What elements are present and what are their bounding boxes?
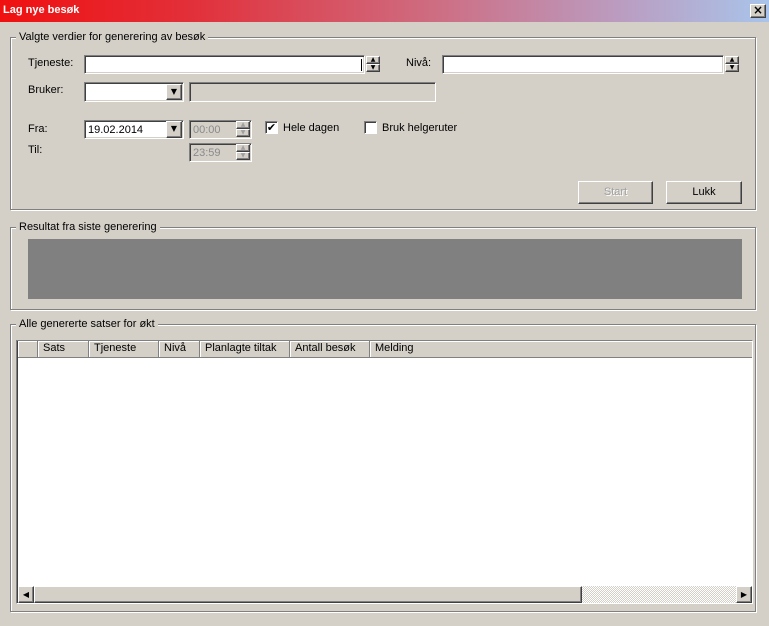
scroll-left-button[interactable]: ◀ [18,586,34,603]
tjeneste-spin-up[interactable]: ▲ [366,56,380,64]
scroll-thumb[interactable] [34,586,582,603]
fra-label: Fra: [28,123,48,135]
chevron-down-icon: ▼ [170,87,178,96]
group-result-legend: Resultat fra siste generering [16,221,160,233]
window-title: Lag nye besøk [3,4,80,16]
fra-date-value: 19.02.2014 [88,124,144,136]
spin-up-icon: ▲ [370,56,376,63]
fra-time-value: 00:00 [193,124,221,136]
niva-input[interactable] [442,55,724,74]
column-header-antall-besok[interactable]: Antall besøk [290,341,370,358]
group-sets-legend: Alle genererte satser for økt [16,318,158,330]
column-header-niva[interactable]: Nivå [159,341,200,358]
spin-down-icon: ▼ [240,152,246,159]
bruker-name-field [189,82,436,102]
spin-up-icon: ▲ [240,121,246,128]
column-header-sats[interactable]: Sats [38,341,89,358]
fra-time-spin-down: ▼ [236,129,250,137]
bruk-helgeruter-label[interactable]: Bruk helgeruter [382,122,457,134]
tjeneste-label: Tjeneste: [28,57,74,69]
spin-down-icon: ▼ [240,129,246,136]
row-indicator-header [18,341,38,358]
close-button[interactable]: × [750,4,766,18]
spin-down-icon: ▼ [370,64,376,71]
group-selected-values-legend: Valgte verdier for generering av besøk [16,31,209,43]
spin-down-icon: ▼ [729,64,735,71]
arrow-left-icon: ◀ [22,590,30,599]
scroll-right-button[interactable]: ▶ [736,586,752,603]
fra-date-dropdown-button[interactable]: ▼ [166,121,182,138]
title-bar [0,0,769,22]
til-label: Til: [28,144,43,156]
chevron-down-icon: ▼ [170,124,178,133]
column-header-tjeneste[interactable]: Tjeneste [89,341,159,358]
sets-grid[interactable]: Sats Tjeneste Nivå Planlagte tiltak Anta… [16,340,753,604]
bruker-dropdown-button[interactable]: ▼ [166,84,182,100]
bruk-helgeruter-checkbox[interactable] [364,121,377,134]
fra-time-spin-up: ▲ [236,121,250,129]
niva-spin-down[interactable]: ▼ [725,64,739,72]
bruker-label: Bruker: [28,84,64,96]
arrow-right-icon: ▶ [740,590,748,599]
tjeneste-spin-down[interactable]: ▼ [366,64,380,72]
column-header-planlagte-tiltak[interactable]: Planlagte tiltak [200,341,290,358]
column-header-melding[interactable]: Melding [370,341,752,358]
text-cursor [361,59,362,71]
hele-dagen-label[interactable]: Hele dagen [283,122,339,134]
til-time-value: 23:59 [193,147,221,159]
lukk-button[interactable]: Lukk [666,181,742,204]
tjeneste-input[interactable] [84,55,365,74]
spin-up-icon: ▲ [729,56,735,63]
close-icon: × [752,3,764,17]
result-panel [28,239,742,299]
spin-up-icon: ▲ [240,144,246,151]
horizontal-scrollbar[interactable]: ◀ ▶ [18,586,752,603]
til-time-spin-down: ▼ [236,152,250,160]
niva-spin-up[interactable]: ▲ [725,56,739,64]
niva-label: Nivå: [406,57,432,69]
check-icon: ✔ [266,121,277,134]
start-button[interactable]: Start [578,181,653,204]
til-time-spin-up: ▲ [236,144,250,152]
hele-dagen-checkbox[interactable]: ✔ [265,121,278,134]
